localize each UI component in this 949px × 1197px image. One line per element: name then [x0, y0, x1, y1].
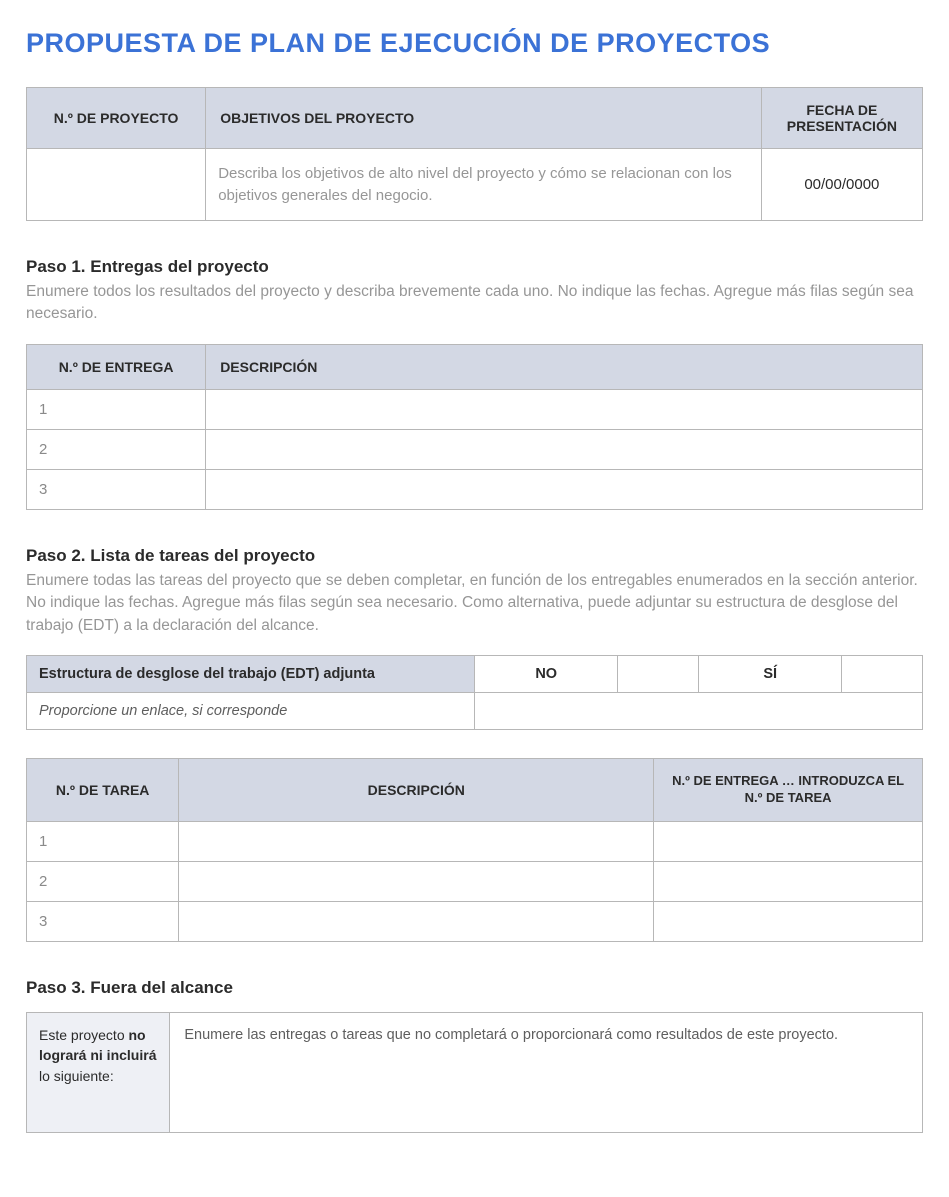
date-cell[interactable]: 00/00/0000 — [761, 149, 922, 221]
page-title: PROPUESTA DE PLAN DE EJECUCIÓN DE PROYEC… — [26, 28, 923, 59]
deliv-desc[interactable] — [206, 389, 923, 429]
oos-label-post: lo siguiente: — [39, 1068, 114, 1084]
col-project-no: N.º DE PROYECTO — [27, 88, 206, 149]
oos-label-pre: Este proyecto — [39, 1027, 129, 1043]
oos-body[interactable]: Enumere las entregas o tareas que no com… — [170, 1013, 923, 1133]
table-row: 2 — [27, 862, 923, 902]
edt-link-label: Proporcione un enlace, si corresponde — [27, 693, 475, 730]
task-desc[interactable] — [179, 862, 654, 902]
deliv-desc[interactable] — [206, 429, 923, 469]
oos-label: Este proyecto no logrará ni incluirá lo … — [27, 1013, 170, 1133]
table-row: 1 — [27, 822, 923, 862]
edt-attach-table: Estructura de desglose del trabajo (EDT)… — [26, 655, 923, 730]
edt-link-value[interactable] — [475, 693, 923, 730]
deliv-num[interactable]: 3 — [27, 469, 206, 509]
deliv-num[interactable]: 2 — [27, 429, 206, 469]
table-row: 2 — [27, 429, 923, 469]
task-deliv[interactable] — [654, 862, 923, 902]
step3-title: Paso 3. Fuera del alcance — [26, 978, 923, 998]
tasks-table: N.º DE TAREA DESCRIPCIÓN N.º DE ENTREGA … — [26, 758, 923, 942]
table-row: Describa los objetivos de alto nivel del… — [27, 149, 923, 221]
col-task-no: N.º DE TAREA — [27, 759, 179, 822]
objectives-cell[interactable]: Describa los objetivos de alto nivel del… — [206, 149, 762, 221]
deliverables-table: N.º DE ENTREGA DESCRIPCIÓN 1 2 3 — [26, 344, 923, 510]
task-deliv[interactable] — [654, 822, 923, 862]
step2-desc: Enumere todas las tareas del proyecto qu… — [26, 570, 923, 637]
col-objectives: OBJETIVOS DEL PROYECTO — [206, 88, 762, 149]
col-date: FECHA DE PRESENTACIÓN — [761, 88, 922, 149]
table-row: 1 — [27, 389, 923, 429]
step1-title: Paso 1. Entregas del proyecto — [26, 257, 923, 277]
col-deliv-desc: DESCRIPCIÓN — [206, 344, 923, 389]
edt-label: Estructura de desglose del trabajo (EDT)… — [27, 656, 475, 693]
task-desc[interactable] — [179, 902, 654, 942]
task-desc[interactable] — [179, 822, 654, 862]
table-row: 3 — [27, 469, 923, 509]
edt-no-label: NO — [475, 656, 618, 693]
col-task-desc: DESCRIPCIÓN — [179, 759, 654, 822]
task-num[interactable]: 3 — [27, 902, 179, 942]
edt-si-label: SÍ — [699, 656, 842, 693]
task-num[interactable]: 2 — [27, 862, 179, 902]
deliv-num[interactable]: 1 — [27, 389, 206, 429]
col-deliv-no: N.º DE ENTREGA — [27, 344, 206, 389]
col-task-deliv: N.º DE ENTREGA … INTRODUZCA EL N.º DE TA… — [654, 759, 923, 822]
project-no-cell[interactable] — [27, 149, 206, 221]
deliv-desc[interactable] — [206, 469, 923, 509]
edt-si-value[interactable] — [842, 656, 923, 693]
step2-title: Paso 2. Lista de tareas del proyecto — [26, 546, 923, 566]
task-num[interactable]: 1 — [27, 822, 179, 862]
project-header-table: N.º DE PROYECTO OBJETIVOS DEL PROYECTO F… — [26, 87, 923, 221]
edt-no-value[interactable] — [618, 656, 699, 693]
out-of-scope-table: Este proyecto no logrará ni incluirá lo … — [26, 1012, 923, 1133]
step1-desc: Enumere todos los resultados del proyect… — [26, 281, 923, 326]
task-deliv[interactable] — [654, 902, 923, 942]
table-row: 3 — [27, 902, 923, 942]
